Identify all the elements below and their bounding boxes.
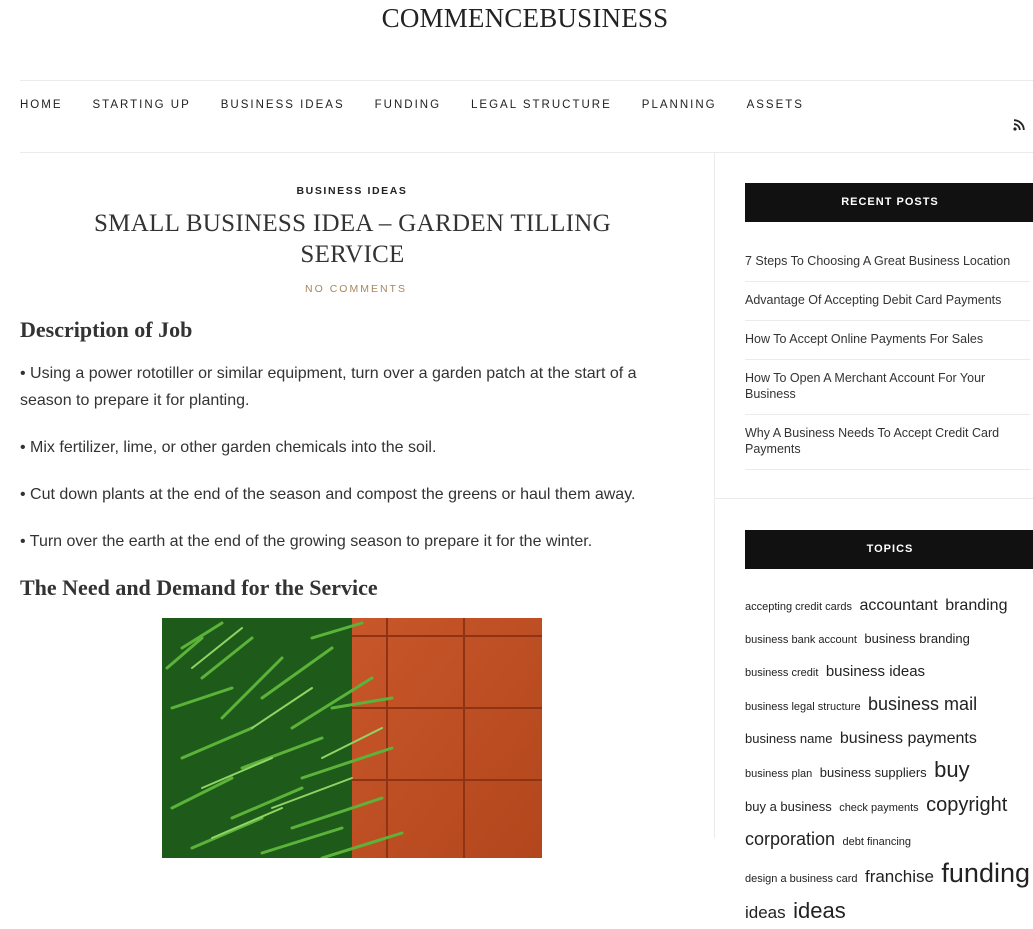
tag-link[interactable]: franchise (865, 867, 934, 886)
recent-posts-heading: RECENT POSTS (745, 183, 1033, 222)
bullet-3: • Cut down plants at the end of the seas… (20, 486, 636, 503)
tag-link[interactable]: business ideas (826, 663, 925, 680)
heading-description: Description of Job (20, 317, 193, 342)
tag-link[interactable]: business credit (745, 667, 818, 679)
tag-link[interactable]: business mail (868, 694, 977, 714)
nav-item-assets[interactable]: ASSETS (747, 99, 804, 111)
tag-link[interactable]: business branding (864, 631, 970, 646)
bullet-1: • Using a power rototiller or similar eq… (20, 365, 637, 409)
nav-item-funding[interactable]: FUNDING (375, 99, 441, 111)
tag-cloud: accepting credit cards accountant brandi… (745, 590, 1033, 929)
tag-link[interactable]: business suppliers (820, 765, 927, 780)
tag-link[interactable]: business payments (840, 730, 977, 747)
nav-bottom-divider (20, 152, 1033, 153)
comments-link[interactable]: NO COMMENTS (20, 283, 692, 295)
nav-item-home[interactable]: HOME (20, 99, 63, 111)
recent-post-link[interactable]: Why A Business Needs To Accept Credit Ca… (745, 426, 999, 456)
tag-link[interactable]: buy a business (745, 799, 832, 814)
post-title: SMALL BUSINESS IDEA – GARDEN TILLING SER… (93, 210, 612, 268)
recent-post-link[interactable]: How To Accept Online Payments For Sales (745, 332, 983, 346)
tag-link[interactable]: copyright (926, 794, 1007, 816)
post-category[interactable]: BUSINESS IDEAS (20, 185, 684, 197)
topics-heading: TOPICS (745, 530, 1033, 569)
bullet-4: • Turn over the earth at the end of the … (20, 533, 593, 550)
tag-link[interactable]: design a business card (745, 873, 858, 885)
sidebar-divider (714, 153, 715, 838)
tag-link[interactable]: business bank account (745, 634, 857, 646)
list-item[interactable]: How To Open A Merchant Account For Your … (745, 360, 1030, 415)
recent-post-link[interactable]: 7 Steps To Choosing A Great Business Loc… (745, 254, 1010, 268)
list-item[interactable]: Advantage Of Accepting Debit Card Paymen… (745, 282, 1030, 321)
recent-post-link[interactable]: How To Open A Merchant Account For Your … (745, 371, 985, 401)
tag-link[interactable]: funding (941, 858, 1030, 888)
tag-link[interactable]: ideas (793, 898, 846, 923)
list-item[interactable]: How To Accept Online Payments For Sales (745, 321, 1030, 360)
tag-link[interactable]: accepting credit cards (745, 601, 852, 613)
tag-link[interactable]: corporation (745, 829, 835, 849)
heading-need-demand: The Need and Demand for the Service (20, 575, 378, 600)
main-nav: HOME STARTING UP BUSINESS IDEAS FUNDING … (20, 99, 834, 111)
bullet-2: • Mix fertilizer, lime, or other garden … (20, 439, 437, 456)
nav-item-planning[interactable]: PLANNING (642, 99, 717, 111)
tag-link[interactable]: accountant (859, 597, 937, 614)
nav-item-legal-structure[interactable]: LEGAL STRUCTURE (471, 99, 612, 111)
rss-icon[interactable] (1013, 119, 1025, 131)
nav-item-starting-up[interactable]: STARTING UP (93, 99, 191, 111)
list-item[interactable]: Why A Business Needs To Accept Credit Ca… (745, 415, 1030, 470)
garden-image (162, 618, 542, 858)
nav-top-divider (20, 80, 1033, 81)
tag-link[interactable]: ideas (745, 903, 786, 922)
recent-posts-list: 7 Steps To Choosing A Great Business Loc… (745, 243, 1030, 470)
tag-link[interactable]: check payments (839, 802, 918, 814)
tag-link[interactable]: business name (745, 731, 832, 746)
nav-item-business-ideas[interactable]: BUSINESS IDEAS (221, 99, 345, 111)
recent-post-link[interactable]: Advantage Of Accepting Debit Card Paymen… (745, 293, 1001, 307)
list-item[interactable]: 7 Steps To Choosing A Great Business Loc… (745, 243, 1030, 282)
tag-link[interactable]: branding (945, 597, 1007, 614)
widget-divider (715, 498, 1033, 499)
tag-link[interactable]: buy (934, 757, 969, 782)
tag-link[interactable]: business legal structure (745, 701, 861, 713)
site-title[interactable]: COMMENCEBUSINESS (0, 3, 1033, 34)
tag-link[interactable]: business plan (745, 768, 812, 780)
